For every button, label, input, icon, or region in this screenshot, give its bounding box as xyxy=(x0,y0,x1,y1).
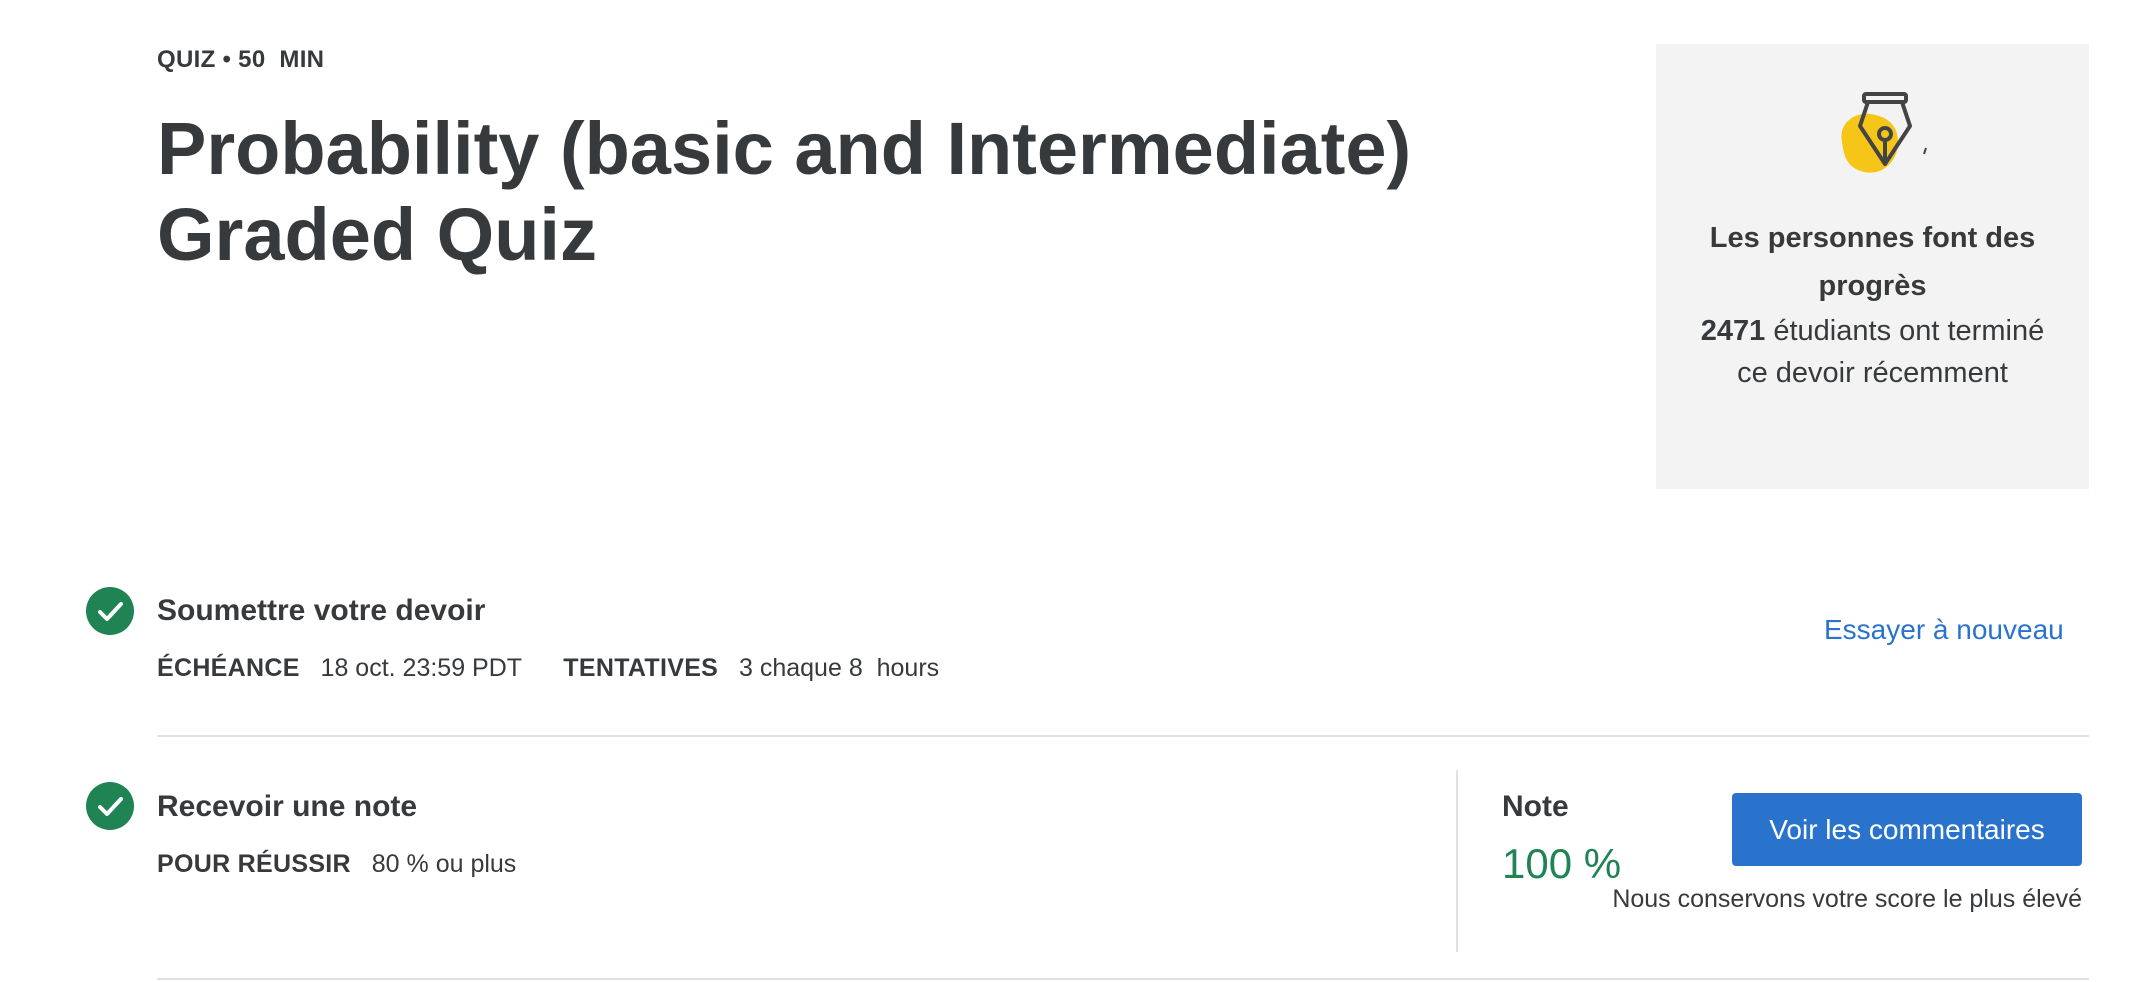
check-circle-icon xyxy=(86,587,134,635)
view-feedback-button[interactable]: Voir les commentaires xyxy=(1732,793,2082,866)
section-divider xyxy=(157,978,2089,980)
grade-step-title: Recevoir une note xyxy=(157,790,418,823)
progress-body-text: étudiants ont terminé ce devoir récemmen… xyxy=(1737,315,2045,389)
progress-heading: Les personnes font des progrès xyxy=(1709,222,2036,302)
grade-value: 100 % xyxy=(1502,840,1622,887)
due-value: 18 oct. 23:59 PDT xyxy=(320,654,522,682)
pass-label: POUR RÉUSSIR xyxy=(157,850,351,878)
pass-value: 80 % ou plus xyxy=(371,850,517,878)
progress-card: Les personnes font des progrès 2471 étud… xyxy=(1656,44,2089,489)
pen-nib-icon xyxy=(1841,92,1927,173)
retry-button[interactable]: Essayer à nouveau xyxy=(1824,614,2064,646)
submit-step-meta: ÉCHÉANCE 18 oct. 23:59 PDT TENTATIVES 3 … xyxy=(157,654,939,683)
quiz-meta: QUIZ • 50 MIN xyxy=(157,46,325,73)
progress-body: 2471 étudiants ont terminé ce devoir réc… xyxy=(1696,310,2049,394)
section-divider xyxy=(157,735,2089,737)
due-label: ÉCHÉANCE xyxy=(157,654,300,682)
grade-step-meta: POUR RÉUSSIR 80 % ou plus xyxy=(157,850,516,879)
students-count: 2471 xyxy=(1700,315,1766,347)
check-circle-icon xyxy=(86,782,134,830)
grade-column-divider xyxy=(1456,770,1458,952)
attempts-value: 3 chaque 8 hours xyxy=(739,654,940,682)
score-note: Nous conservons votre score le plus élev… xyxy=(1612,885,2082,913)
attempts-label: TENTATIVES xyxy=(563,654,719,682)
submit-step-title: Soumettre votre devoir xyxy=(157,594,486,627)
grade-label: Note xyxy=(1502,790,1569,823)
page-title: Probability (basic and Intermediate) Gra… xyxy=(157,107,1412,276)
